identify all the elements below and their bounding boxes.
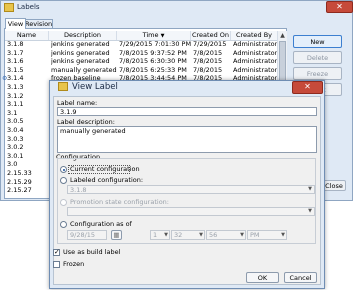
current-configuration-radio[interactable] bbox=[60, 166, 67, 173]
chevron-down-icon[interactable]: ▼ bbox=[307, 208, 313, 214]
configuration-as-of-radio[interactable] bbox=[60, 221, 67, 228]
column-header-time[interactable]: Time ▼ bbox=[117, 31, 191, 40]
table-row[interactable]: 3.1.8 jenkins generated 7/29/2015 7:01:30 … bbox=[5, 41, 277, 48]
cancel-button[interactable]: Cancel bbox=[284, 272, 317, 283]
close-button[interactable]: Close bbox=[322, 180, 346, 191]
frozen-checkbox[interactable] bbox=[53, 261, 60, 268]
delete-button[interactable]: Delete bbox=[293, 51, 342, 64]
use-as-build-label-checkbox[interactable]: ✓ bbox=[53, 249, 60, 256]
table-row[interactable]: 3.1.5 manually generated 7/8/2015 6:25:33 … bbox=[5, 67, 277, 74]
calendar-icon: ▦ bbox=[113, 231, 120, 239]
cell-created-by: Administrator bbox=[233, 58, 277, 66]
date-field[interactable]: 9/28/15 bbox=[67, 230, 107, 240]
scroll-up-icon[interactable]: ▲ bbox=[279, 32, 286, 39]
cell-name: 2.15.33 bbox=[7, 170, 32, 177]
cell-name: 3.0 bbox=[7, 161, 18, 169]
cell-created-by: Administrator bbox=[233, 49, 277, 57]
cell-description: jenkins generated bbox=[51, 41, 110, 48]
cell-name: 3.1.2 bbox=[7, 92, 24, 100]
labeled-configuration-select[interactable]: 3.1.8 bbox=[67, 185, 315, 194]
cell-name: 3.1.3 bbox=[7, 84, 24, 91]
label-description-caption: Label description: bbox=[57, 118, 115, 126]
sort-down-icon: ▼ bbox=[160, 33, 165, 39]
chevron-down-icon[interactable]: ▼ bbox=[163, 232, 169, 238]
label-name-field[interactable]: 3.1.9 bbox=[57, 107, 317, 116]
cell-name: 3.0.1 bbox=[7, 152, 24, 160]
cell-name: 2.15.29 bbox=[7, 178, 32, 186]
cell-time: 7/8/2015 6:25:33 PM bbox=[119, 66, 187, 74]
labeled-configuration-radio[interactable] bbox=[60, 177, 67, 184]
column-header-description[interactable]: Description bbox=[49, 31, 117, 40]
promotion-state-radio[interactable] bbox=[60, 199, 67, 206]
cell-name: 3.1.4 bbox=[7, 75, 24, 83]
label-description-field[interactable]: manually generated bbox=[57, 126, 317, 153]
cell-name: 3.1.5 bbox=[7, 66, 24, 74]
cell-created-on: 7/29/2015 bbox=[193, 41, 227, 48]
promotion-state-label: Promotion state configuration: bbox=[70, 198, 169, 206]
cell-name: 3.1 bbox=[7, 109, 18, 117]
chevron-down-icon[interactable]: ▼ bbox=[280, 232, 286, 238]
cell-time: 7/8/2015 9:37:52 PM bbox=[119, 49, 187, 57]
cell-time: 7/29/2015 7:01:30 PM bbox=[119, 41, 191, 48]
configuration-as-of-label[interactable]: Configuration as of bbox=[70, 220, 132, 228]
column-header-created-by[interactable]: Created By bbox=[231, 31, 277, 40]
calendar-button[interactable]: ▦ bbox=[111, 230, 122, 240]
label-name-caption: Label name: bbox=[57, 99, 98, 107]
promotion-state-select[interactable] bbox=[67, 207, 315, 216]
labels-window-close-button[interactable]: ✕ bbox=[326, 1, 353, 13]
label-icon bbox=[4, 2, 14, 12]
cell-created-on: 7/8/2015 bbox=[193, 49, 223, 57]
ok-button[interactable]: OK bbox=[246, 272, 279, 283]
labels-window-title: Labels bbox=[4, 2, 40, 12]
labels-list-header: Name Description Time ▼ Created On Creat… bbox=[5, 31, 277, 41]
cell-name: 3.0.5 bbox=[7, 118, 24, 126]
cell-name: 3.1.1 bbox=[7, 101, 24, 109]
cell-description: manually generated bbox=[51, 66, 117, 74]
current-configuration-label[interactable]: Current configuration bbox=[70, 165, 140, 173]
cell-description: jenkins generated bbox=[51, 49, 110, 57]
use-as-build-label-label[interactable]: Use as build label bbox=[63, 248, 120, 256]
tab-view[interactable]: View bbox=[5, 18, 26, 29]
cell-name: 3.0.4 bbox=[7, 127, 24, 134]
cell-name: 3.1.7 bbox=[7, 49, 24, 57]
frozen-label[interactable]: Frozen bbox=[63, 260, 84, 268]
chevron-down-icon[interactable]: ▼ bbox=[198, 232, 204, 238]
chevron-down-icon[interactable]: ▼ bbox=[307, 186, 313, 192]
column-header-name[interactable]: Name bbox=[5, 31, 49, 40]
chevron-down-icon[interactable]: ▼ bbox=[239, 232, 245, 238]
cell-name: 3.0.2 bbox=[7, 144, 24, 152]
new-button[interactable]: New bbox=[293, 35, 342, 48]
cell-created-by: Administrator bbox=[233, 66, 277, 74]
cell-created-on: 7/8/2015 bbox=[193, 58, 223, 66]
table-row[interactable]: 3.1.6 jenkins generated 7/8/2015 6:30:30 P… bbox=[5, 58, 277, 65]
labeled-configuration-label[interactable]: Labeled configuration: bbox=[70, 176, 143, 184]
view-label-dialog-title: View Label bbox=[58, 82, 118, 93]
cell-name: 3.1.6 bbox=[7, 58, 24, 66]
cell-name: 3.0.3 bbox=[7, 135, 24, 143]
label-icon bbox=[58, 82, 68, 91]
view-label-dialog-close-button[interactable]: ✕ bbox=[292, 81, 323, 94]
column-header-created-on[interactable]: Created On bbox=[191, 31, 231, 40]
cell-created-by: Administrator bbox=[233, 41, 277, 48]
freeze-button[interactable]: Freeze bbox=[293, 67, 342, 80]
cell-name: 2.15.27 bbox=[7, 187, 32, 195]
cell-description: jenkins generated bbox=[51, 58, 110, 66]
cell-time: 7/8/2015 6:30:30 PM bbox=[119, 58, 187, 66]
cell-name: 3.1.8 bbox=[7, 41, 24, 48]
table-row[interactable]: 3.1.7 jenkins generated 7/8/2015 9:37:52 P… bbox=[5, 50, 277, 57]
cell-created-on: 7/8/2015 bbox=[193, 66, 223, 74]
scrollbar-thumb[interactable] bbox=[279, 41, 286, 81]
